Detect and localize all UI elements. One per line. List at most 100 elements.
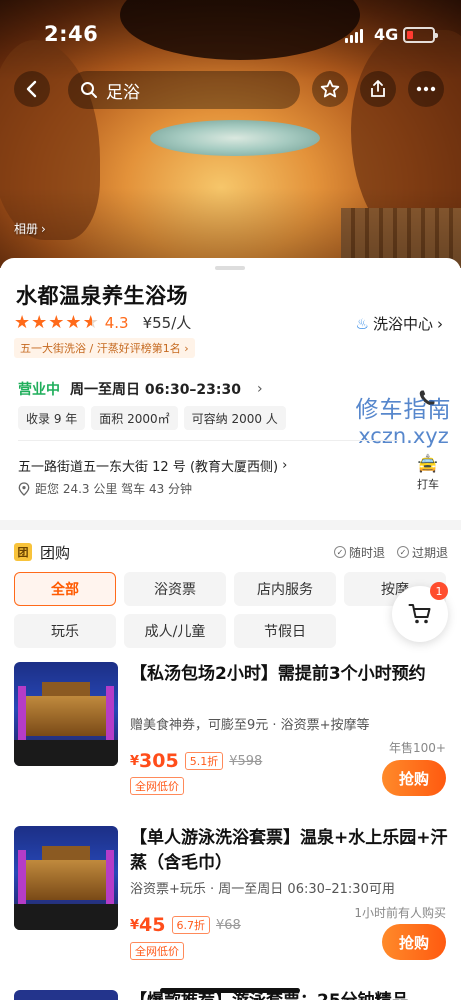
album-button[interactable]: 相册 › — [14, 220, 46, 237]
battery-icon — [403, 27, 438, 43]
distance-text: 距您 24.3 公里 驾车 43 分钟 — [35, 482, 193, 496]
group-buy-title: 团购 — [40, 543, 71, 562]
bath-icon: ♨ — [355, 314, 369, 333]
distance-row: 距您 24.3 公里 驾车 43 分钟 — [18, 480, 192, 497]
divider — [18, 440, 398, 441]
rank-badge[interactable]: 五一大街洗浴 / 汗蒸好评榜第1名 › — [14, 338, 195, 358]
rating-row: ★ ★ ★ ★ ★ 4.3 ¥55/人 — [14, 312, 191, 333]
deal-thumbnail — [14, 990, 118, 1000]
shop-tags: 收录 9 年 面积 2000㎡ 可容纳 2000 人 — [18, 406, 286, 430]
deal-card[interactable]: 【私汤包场2小时】需提前3个小时预约 赠美食神券，可膨至9元 · 浴资票+按摩等… — [14, 662, 448, 802]
tag-capacity: 可容纳 2000 人 — [183, 406, 286, 430]
original-price: ¥598 — [229, 753, 263, 769]
star-icon — [320, 79, 340, 98]
filter-chip-holiday[interactable]: 节假日 — [234, 614, 336, 648]
back-button[interactable] — [14, 71, 50, 107]
discount-badge: 6.7折 — [171, 916, 210, 934]
price-per-person: ¥55/人 — [142, 314, 192, 332]
neon-light — [106, 686, 114, 740]
star-full-icon: ★ — [31, 311, 48, 333]
filter-chip-bath-ticket[interactable]: 浴资票 — [124, 572, 226, 606]
cart-icon — [408, 604, 431, 624]
chevron-right-icon: › — [257, 381, 263, 397]
street — [14, 740, 118, 766]
album-label: 相册 — [14, 222, 39, 236]
group-buy-icon: 团 — [14, 543, 32, 561]
taxi-button[interactable]: 🚖 打车 — [410, 454, 446, 492]
refund-policies: ✓ 随时退 ✓ 过期退 — [333, 544, 448, 561]
chevron-right-icon: › — [180, 341, 189, 355]
home-indicator[interactable] — [160, 988, 300, 993]
shop-info-card: 水都温泉养生浴场 ★ ★ ★ ★ ★ 4.3 ¥55/人 ♨ 洗浴中心 › 五一… — [0, 258, 461, 518]
buy-button[interactable]: 抢购 — [382, 924, 446, 960]
drag-handle[interactable] — [215, 266, 245, 270]
share-button[interactable] — [360, 71, 396, 107]
neon-light — [18, 850, 26, 904]
deal-thumbnail — [14, 662, 118, 766]
car-icon: 🚖 — [417, 454, 439, 474]
low-price-tag: 全网低价 — [130, 777, 184, 795]
more-icon — [416, 86, 436, 92]
deal-pricing: ¥ 45 6.7折 ¥68 — [130, 914, 241, 936]
hours-row[interactable]: 营业中 周一至周日 06:30–23:30 › — [18, 379, 263, 399]
watermark-line2: xczn.xyz — [358, 424, 449, 448]
status-bar: 2:46 4G — [0, 18, 461, 52]
street — [14, 904, 118, 930]
buy-button[interactable]: 抢购 — [382, 760, 446, 796]
search-icon — [81, 82, 97, 98]
tag-area: 面积 2000㎡ — [91, 406, 178, 430]
status-time: 2:46 — [44, 22, 99, 46]
currency-symbol: ¥ — [130, 917, 140, 933]
policy-expired-refund: ✓ 过期退 — [396, 544, 448, 561]
taxi-label: 打车 — [417, 478, 439, 491]
rating-score: 4.3 — [104, 313, 129, 332]
search-input[interactable]: 足浴 — [68, 71, 300, 109]
tag-years: 收录 9 年 — [18, 406, 86, 430]
group-buy-header: 团 团购 ✓ 随时退 ✓ 过期退 — [14, 540, 448, 564]
building — [24, 696, 108, 736]
chevron-right-icon: › — [437, 314, 443, 333]
star-full-icon: ★ — [48, 311, 65, 333]
deal-title: 【单人游泳洗浴套票】温泉+水上乐园+汗蒸（含毛巾） — [130, 828, 448, 873]
watermark-line1: 修车指南 — [355, 397, 452, 423]
open-status: 营业中 — [18, 382, 60, 398]
policy-anytime-refund: ✓ 随时退 — [333, 544, 385, 561]
shop-address: 五一路街道五一东大街 12 号 (教育大厦西侧) — [18, 460, 279, 475]
chevron-right-icon: › — [41, 221, 46, 236]
star-half-icon: ★ — [82, 311, 99, 333]
deal-subtitle: 浴资票+玩乐 · 周一至周日 06:30–21:30可用 — [130, 882, 395, 897]
shop-name: 水都温泉养生浴场 — [16, 284, 188, 308]
category-label: 洗浴中心 — [372, 315, 433, 333]
shop-detail-page: 2:46 4G 足浴 相册 › 水都温泉养生浴场 ★ ★ ★ ★ ★ 4.3 ¥… — [0, 0, 461, 1000]
deal-price: 305 — [139, 750, 179, 772]
building — [24, 860, 108, 900]
search-query: 足浴 — [106, 82, 140, 103]
top-nav-bar: 足浴 — [0, 68, 461, 110]
filter-chip-adult-child[interactable]: 成人/儿童 — [124, 614, 226, 648]
filter-chip-in-store[interactable]: 店内服务 — [234, 572, 336, 606]
deal-pricing: ¥ 305 5.1折 ¥598 — [130, 750, 262, 772]
deal-subtitle: 赠美食神券，可膨至9元 · 浴资票+按摩等 — [130, 718, 370, 733]
section-separator — [0, 520, 461, 530]
hero-photo[interactable]: 2:46 4G 足浴 相册 › — [0, 0, 461, 268]
currency-symbol: ¥ — [130, 753, 140, 769]
battery-level — [407, 31, 413, 39]
address-row[interactable]: 五一路街道五一东大街 12 号 (教育大厦西侧) › — [18, 456, 287, 475]
low-price-tag: 全网低价 — [130, 942, 184, 960]
check-circle-icon: ✓ — [333, 546, 346, 558]
category-link[interactable]: ♨ 洗浴中心 › — [356, 313, 443, 334]
deal-price: 45 — [139, 914, 166, 936]
neon-light — [106, 850, 114, 904]
neon-light — [18, 686, 26, 740]
cart-count-badge: 1 — [430, 582, 448, 600]
location-pin-icon — [18, 481, 30, 496]
favorite-button[interactable] — [312, 71, 348, 107]
discount-badge: 5.1折 — [184, 752, 224, 770]
star-full-icon: ★ — [65, 311, 82, 333]
more-button[interactable] — [408, 71, 444, 107]
filter-chip-all[interactable]: 全部 — [14, 572, 116, 606]
deal-card[interactable]: 【单人游泳洗浴套票】温泉+水上乐园+汗蒸（含毛巾） 浴资票+玩乐 · 周一至周日… — [14, 826, 448, 966]
cart-button[interactable]: 1 — [392, 582, 448, 642]
filter-chip-play[interactable]: 玩乐 — [14, 614, 116, 648]
deal-title: 【私汤包场2小时】需提前3个小时预约 — [130, 664, 426, 684]
